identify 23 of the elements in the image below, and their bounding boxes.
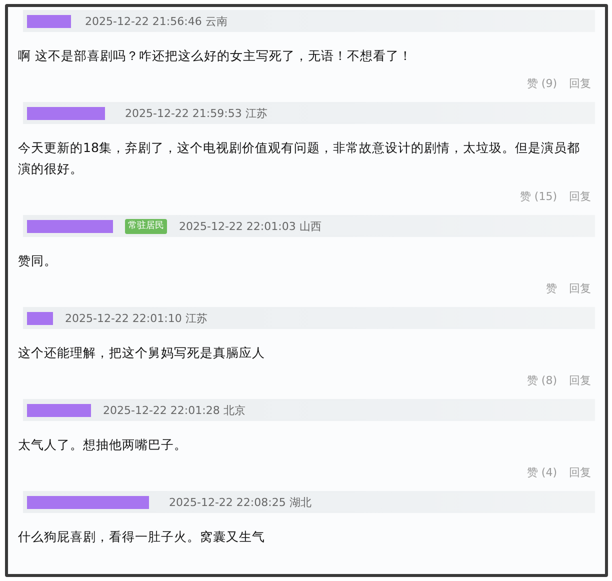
comment-meta: 2025-12-22 22:08:25 湖北 [169,494,312,510]
reply-link[interactable]: 回复 [569,372,591,388]
comment-meta: 2025-12-22 21:59:53 江苏 [125,106,268,120]
like-link[interactable]: 赞 (9) [526,76,557,90]
like-link[interactable]: 赞 [546,280,557,296]
comment-text: 啊 这不是部喜剧吗？咋还把这么好的女主写死了，无语！不想看了！ [18,47,414,65]
comment-meta: 2025-12-22 22:01:10 江苏 [65,310,208,326]
comment-text: 赞同。 [18,252,58,270]
reply-link[interactable]: 回复 [569,464,591,480]
reply-link[interactable]: 回复 [569,76,591,90]
comment-text: 这个还能理解，把这个舅妈写死是真膈应人 [18,344,266,362]
comment-meta: 2025-12-22 22:01:28 北京 [103,402,246,418]
comment-text: 什么狗屁喜剧，看得一肚子火。窝囊又生气 [18,528,266,546]
like-link[interactable]: 赞 (8) [526,372,557,388]
like-link[interactable]: 赞 (15) [520,188,557,204]
comment-meta: 2025-12-22 21:56:46 云南 [85,14,228,28]
comment-text: 太气人了。想抽他两嘴巴子。 [18,436,188,454]
like-link[interactable]: 赞 (4) [526,464,557,480]
reply-link[interactable]: 回复 [569,188,591,204]
comment-meta: 2025-12-22 22:01:03 山西 [179,218,322,234]
user-badge: 常驻居民 [125,218,167,234]
reply-link[interactable]: 回复 [569,280,591,296]
comment-text: 今天更新的18集，弃剧了，这个电视剧价值观有问题，非常故意设计的剧情，太垃圾。但是演员都演的很好。 [18,139,582,178]
